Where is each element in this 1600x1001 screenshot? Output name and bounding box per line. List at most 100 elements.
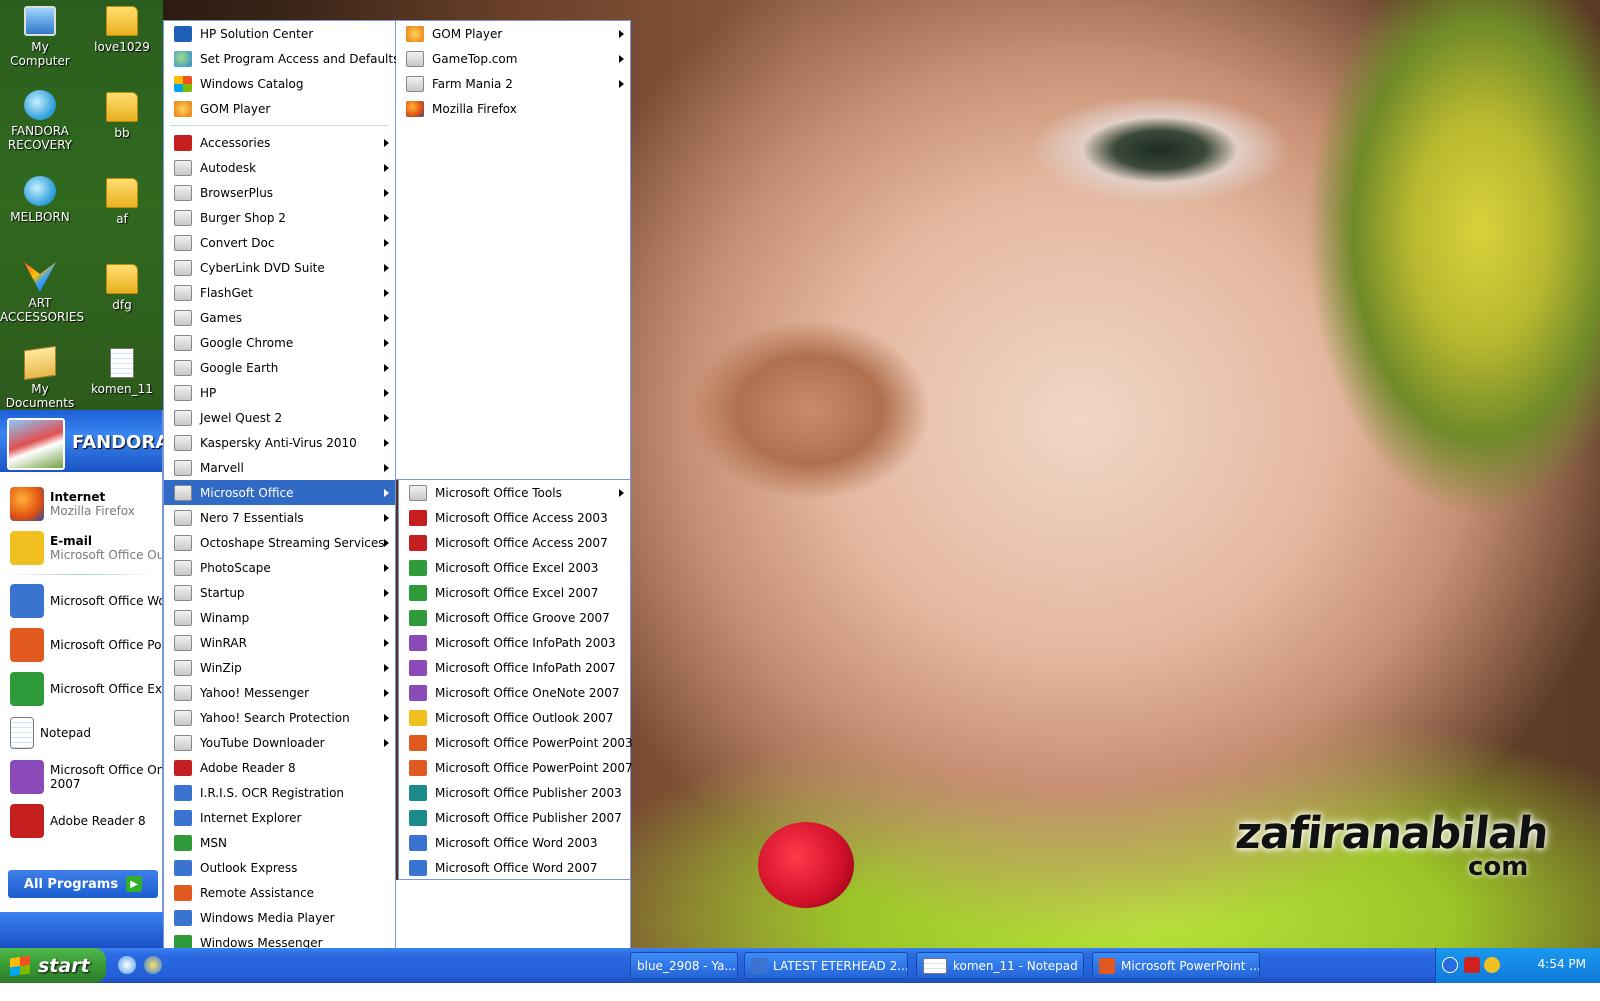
menu-item-youtube-downloader[interactable]: YouTube Downloader [164,730,395,755]
menu-item-internet-explorer[interactable]: Internet Explorer [164,805,395,830]
recent-item-adobe-reader[interactable]: Adobe Reader 8 [0,799,162,843]
taskbar-button-notepad[interactable]: komen_11 - Notepad [916,952,1084,979]
taskbar-button-word[interactable]: LATEST ETERHEAD 2... [744,952,908,979]
recent-item-excel[interactable]: Microsoft Office Exce [0,667,162,711]
menu-item-microsoft-office-word-2007[interactable]: Microsoft Office Word 2007 [399,855,630,880]
menu-item-autodesk[interactable]: Autodesk [164,155,395,180]
start-button[interactable]: start [0,948,106,983]
menu-item-flashget[interactable]: FlashGet [164,280,395,305]
media-player-icon [174,909,192,926]
menu-item-label: GOM Player [200,101,271,116]
pinned-item-internet[interactable]: Internet Mozilla Firefox [0,482,162,526]
desktop-icon-komen-11[interactable]: komen_11 [82,348,162,396]
start-label: start [38,954,90,977]
clock[interactable]: 4:54 PM [1538,957,1586,971]
task-label: LATEST ETERHEAD 2... [773,958,908,973]
internet-explorer-icon[interactable] [144,956,162,974]
menu-item-farm-mania-2[interactable]: Farm Mania 2 [396,71,630,96]
user-name: FANDORA [72,432,170,453]
show-desktop-icon[interactable] [118,956,136,974]
menu-item-windows-catalog[interactable]: Windows Catalog [164,71,395,96]
menu-item-nero-7-essentials[interactable]: Nero 7 Essentials [164,505,395,530]
menu-item-microsoft-office-powerpoint-2003[interactable]: Microsoft Office PowerPoint 2003 [399,730,633,755]
menu-item-microsoft-office-access-2007[interactable]: Microsoft Office Access 2007 [399,530,630,555]
desktop-icon-my-documents[interactable]: My Documents [0,345,80,410]
menu-item-windows-media-player[interactable]: Windows Media Player [164,905,395,930]
menu-item-microsoft-office-infopath-2003[interactable]: Microsoft Office InfoPath 2003 [399,630,630,655]
menu-item-remote-assistance[interactable]: Remote Assistance [164,880,395,905]
menu-item-gametop-com[interactable]: GameTop.com [396,46,630,71]
menu-item-microsoft-office-powerpoint-2007[interactable]: Microsoft Office PowerPoint 2007 [399,755,633,780]
desktop-icon-dfg[interactable]: dfg [82,264,162,312]
menu-item-microsoft-office-excel-2003[interactable]: Microsoft Office Excel 2003 [399,555,630,580]
chevron-left-icon[interactable] [1442,957,1458,973]
menu-item-microsoft-office-groove-2007[interactable]: Microsoft Office Groove 2007 [399,605,630,630]
menu-item-microsoft-office-tools[interactable]: Microsoft Office Tools [399,480,630,505]
menu-item-microsoft-office-onenote-2007[interactable]: Microsoft Office OneNote 2007 [399,680,630,705]
menu-item-yahoo-search-protection[interactable]: Yahoo! Search Protection [164,705,395,730]
menu-item-google-earth[interactable]: Google Earth [164,355,395,380]
desktop-icon-bb[interactable]: bb [82,92,162,140]
desktop-icon-area: My Computer love1029 FANDORA RECOVERY bb… [0,0,163,410]
menu-item-browserplus[interactable]: BrowserPlus [164,180,395,205]
menu-item-jewel-quest-2[interactable]: Jewel Quest 2 [164,405,395,430]
taskbar-button-powerpoint[interactable]: Microsoft PowerPoint ... [1092,952,1260,979]
menu-item-hp[interactable]: HP [164,380,395,405]
pinned-item-email[interactable]: E-mail Microsoft Office Outl [0,526,162,570]
all-programs-button[interactable]: All Programs ▶ [8,870,158,898]
menu-item-label: Microsoft Office Groove 2007 [435,610,610,625]
menu-item-gom-player[interactable]: GOM Player [396,21,630,46]
menu-item-winzip[interactable]: WinZip [164,655,395,680]
outlook-express-icon [174,859,192,876]
menu-item-msn[interactable]: MSN [164,830,395,855]
menu-item-photoscape[interactable]: PhotoScape [164,555,395,580]
menu-item-microsoft-office-publisher-2007[interactable]: Microsoft Office Publisher 2007 [399,805,630,830]
menu-item-convert-doc[interactable]: Convert Doc [164,230,395,255]
antivirus-icon[interactable] [1464,957,1480,973]
menu-item-cyberlink-dvd-suite[interactable]: CyberLink DVD Suite [164,255,395,280]
menu-item-microsoft-office-infopath-2007[interactable]: Microsoft Office InfoPath 2007 [399,655,630,680]
menu-item-accessories[interactable]: Accessories [164,130,395,155]
butterfly-icon [24,262,56,292]
menu-item-hp-solution-center[interactable]: HP Solution Center [164,21,395,46]
desktop-icon-art-accessories[interactable]: ART ACCESSORIES [0,262,84,324]
menu-item-mozilla-firefox[interactable]: Mozilla Firefox [396,96,630,121]
menu-item-burger-shop-2[interactable]: Burger Shop 2 [164,205,395,230]
menu-item-microsoft-office-word-2003[interactable]: Microsoft Office Word 2003 [399,830,630,855]
menu-item-winamp[interactable]: Winamp [164,605,395,630]
menu-item-outlook-express[interactable]: Outlook Express [164,855,395,880]
menu-item-octoshape-streaming-services[interactable]: Octoshape Streaming Services [164,530,395,555]
excel-icon [10,672,44,706]
recent-item-powerpoint[interactable]: Microsoft Office Pow [0,623,162,667]
menu-item-label: Octoshape Streaming Services [200,535,385,550]
taskbar-button-yahoo[interactable]: blue_2908 - Ya... [630,952,738,979]
messenger-icon[interactable] [1484,957,1500,973]
submenu-arrow-icon [384,638,389,647]
menu-item-microsoft-office-access-2003[interactable]: Microsoft Office Access 2003 [399,505,630,530]
desktop-icon-af[interactable]: af [82,178,162,226]
menu-item-microsoft-office-publisher-2003[interactable]: Microsoft Office Publisher 2003 [399,780,630,805]
menu-item-marvell[interactable]: Marvell [164,455,395,480]
recent-item-notepad[interactable]: Notepad [0,711,162,755]
menu-item-microsoft-office[interactable]: Microsoft Office [164,480,395,505]
menu-item-label: Nero 7 Essentials [200,510,304,525]
menu-item-microsoft-office-outlook-2007[interactable]: Microsoft Office Outlook 2007 [399,705,630,730]
desktop-icon-melborn[interactable]: MELBORN [0,176,80,224]
all-programs-label: All Programs [23,876,119,892]
menu-item-adobe-reader-8[interactable]: Adobe Reader 8 [164,755,395,780]
recent-item-word[interactable]: Microsoft Office Wor [0,579,162,623]
menu-item-set-program-access-and-defaults[interactable]: Set Program Access and Defaults [164,46,399,71]
menu-item-yahoo-messenger[interactable]: Yahoo! Messenger [164,680,395,705]
menu-item-google-chrome[interactable]: Google Chrome [164,330,395,355]
desktop-icon-love1029[interactable]: love1029 [82,6,162,54]
menu-item-kaspersky-anti-virus-2010[interactable]: Kaspersky Anti-Virus 2010 [164,430,395,455]
recent-item-onenote[interactable]: Microsoft Office One 2007 [0,755,162,799]
desktop-icon-my-computer[interactable]: My Computer [0,6,80,68]
menu-item-gom-player[interactable]: GOM Player [164,96,395,121]
menu-item-microsoft-office-excel-2007[interactable]: Microsoft Office Excel 2007 [399,580,630,605]
menu-item-i-r-i-s-ocr-registration[interactable]: I.R.I.S. OCR Registration [164,780,395,805]
menu-item-winrar[interactable]: WinRAR [164,630,395,655]
menu-item-games[interactable]: Games [164,305,395,330]
desktop-icon-fandora-recovery[interactable]: FANDORA RECOVERY [0,90,80,152]
menu-item-startup[interactable]: Startup [164,580,395,605]
